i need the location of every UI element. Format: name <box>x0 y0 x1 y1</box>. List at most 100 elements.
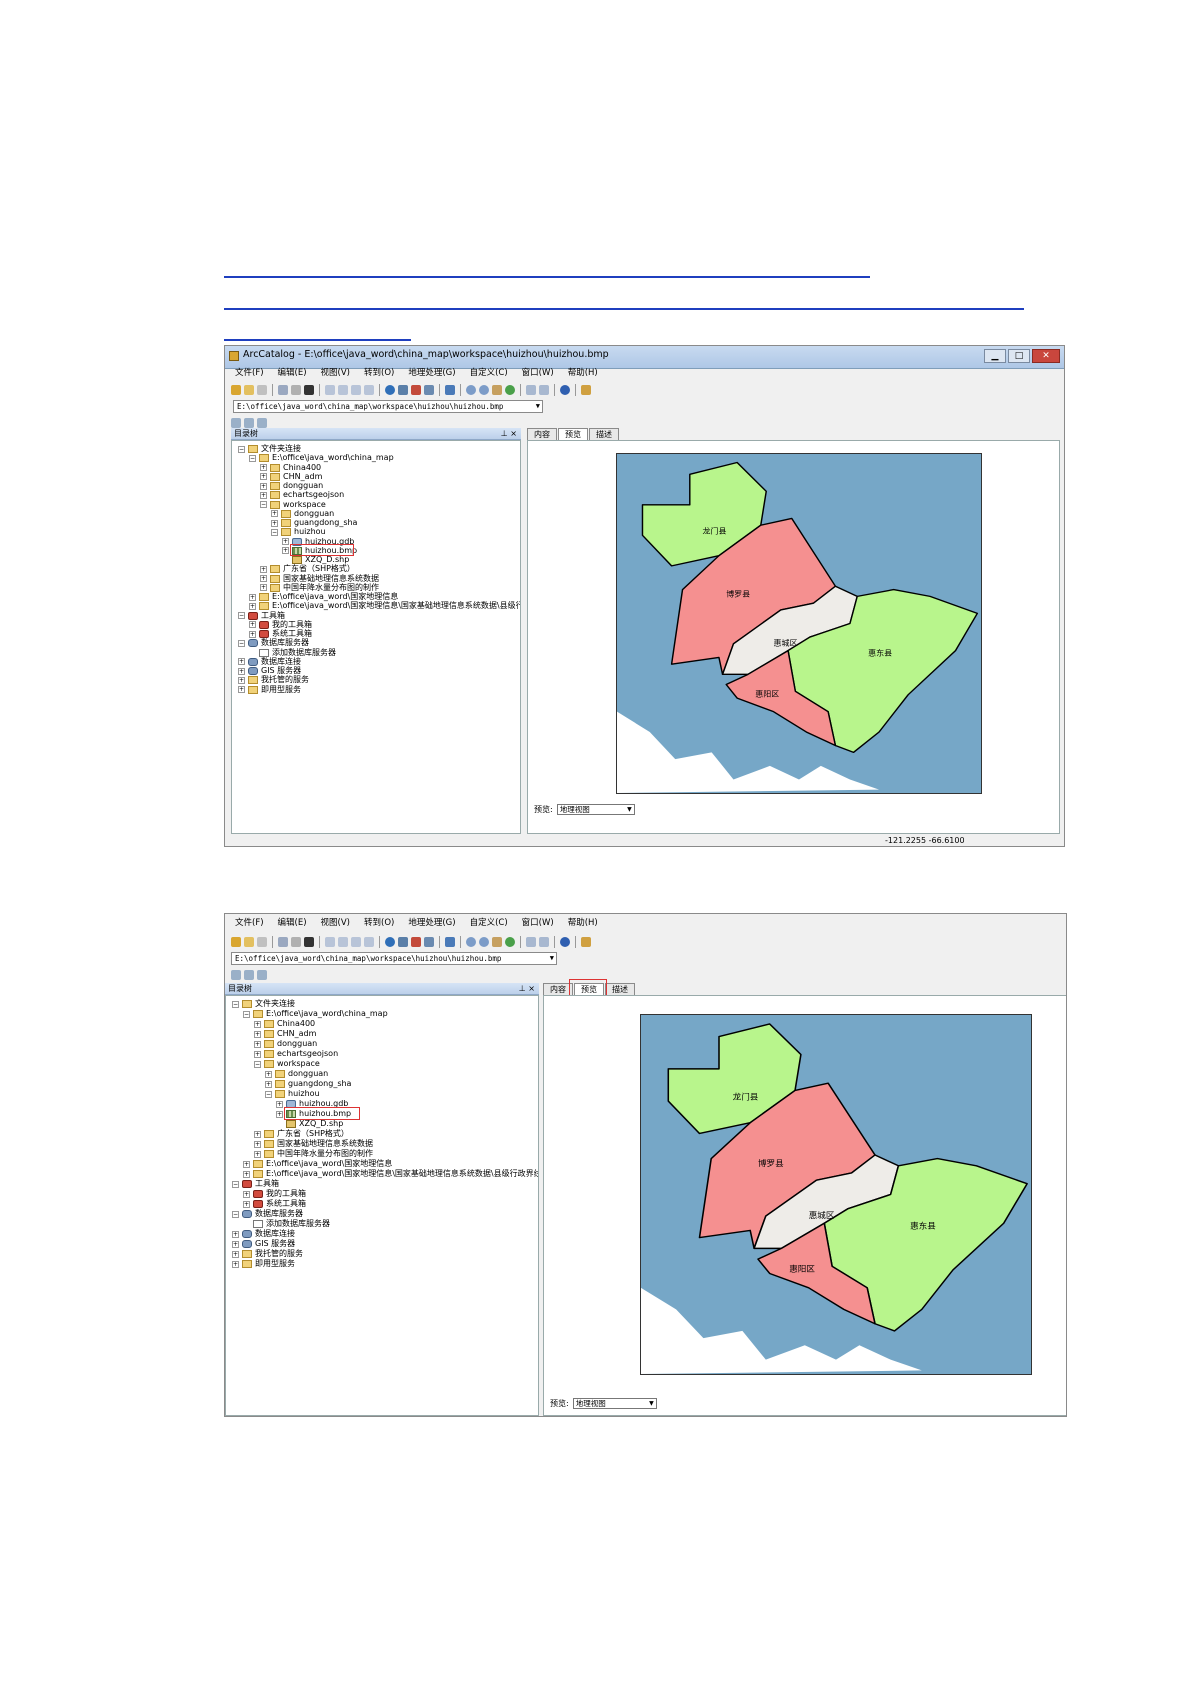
paste-icon[interactable] <box>291 937 301 947</box>
collapse-icon[interactable]: − <box>249 454 256 462</box>
tree-node[interactable]: − huizhou <box>265 1089 320 1099</box>
metadata-icon[interactable] <box>231 970 241 980</box>
pan-icon[interactable] <box>492 385 502 395</box>
tree-node[interactable]: − workspace <box>254 1059 320 1069</box>
collapse-icon[interactable]: − <box>238 639 245 647</box>
expand-icon[interactable]: + <box>243 1200 250 1208</box>
export-icon[interactable] <box>244 418 254 428</box>
search-icon[interactable] <box>445 385 455 395</box>
tree-node[interactable]: + CHN_adm <box>254 1029 316 1039</box>
map-preview-2[interactable]: 龙门县 博罗县 惠城区 惠东县 惠阳区 <box>640 1014 1032 1375</box>
import-icon[interactable] <box>257 970 267 980</box>
large-icons-icon[interactable] <box>325 937 335 947</box>
menu-edit-2[interactable]: 编辑(E) <box>278 916 307 931</box>
expand-icon[interactable]: + <box>265 1070 272 1078</box>
preview-type-select[interactable]: 地理视图 ▼ <box>572 1398 657 1409</box>
thumbnails-icon[interactable] <box>364 937 374 947</box>
tree-node[interactable]: + 中国年降水量分布图的制作 <box>254 1149 373 1159</box>
zoom-out-icon[interactable] <box>479 385 489 395</box>
expand-icon[interactable]: + <box>254 1040 261 1048</box>
expand-icon[interactable]: + <box>249 630 256 638</box>
menu-help[interactable]: 帮助(H) <box>568 366 598 381</box>
connect-folder-icon[interactable] <box>244 385 254 395</box>
paste-icon[interactable] <box>291 385 301 395</box>
expand-icon[interactable]: + <box>249 621 256 629</box>
zoom-out-icon[interactable] <box>479 937 489 947</box>
menu-customize[interactable]: 自定义(C) <box>470 366 508 381</box>
hyperlink-underline-1[interactable] <box>224 276 870 278</box>
tree-node[interactable]: − 数据库服务器 <box>232 1209 303 1219</box>
location-dropdown-icon[interactable]: ▼ <box>550 953 554 964</box>
expand-icon[interactable]: + <box>271 510 278 518</box>
menu-view[interactable]: 视图(V) <box>321 366 350 381</box>
disconnect-folder-icon[interactable] <box>257 385 267 395</box>
expand-icon[interactable]: + <box>243 1190 250 1198</box>
location-input[interactable]: E:\office\java_word\china_map\workspace\… <box>233 400 543 413</box>
up-one-level-icon[interactable] <box>231 385 241 395</box>
location-input-2[interactable]: E:\office\java_word\china_map\workspace\… <box>231 952 557 965</box>
expand-icon[interactable]: + <box>282 547 289 555</box>
forward-icon[interactable] <box>539 385 549 395</box>
menu-file-2[interactable]: 文件(F) <box>235 916 264 931</box>
expand-icon[interactable]: + <box>249 593 256 601</box>
menu-window-2[interactable]: 窗口(W) <box>522 916 554 931</box>
full-extent-icon[interactable] <box>505 937 515 947</box>
expand-icon[interactable]: + <box>243 1160 250 1168</box>
collapse-icon[interactable]: − <box>260 501 267 508</box>
expand-icon[interactable]: + <box>232 1240 239 1248</box>
expand-icon[interactable]: + <box>254 1130 261 1138</box>
expand-icon[interactable]: + <box>254 1050 261 1058</box>
disconnect-folder-icon[interactable] <box>257 937 267 947</box>
identify-icon[interactable] <box>560 937 570 947</box>
expand-icon[interactable]: + <box>249 602 256 610</box>
collapse-icon[interactable]: − <box>232 1000 239 1008</box>
expand-icon[interactable]: + <box>276 1110 283 1118</box>
tree-node[interactable]: + E:\office\java_word\国家地理信息\国家基础地理信息系统数据… <box>243 1169 538 1179</box>
tree-node[interactable]: + E:\office\java_word\国家地理信息\国家基础地理信息系统数据… <box>249 601 520 611</box>
tree-node[interactable]: + echartsgeojson <box>254 1049 338 1059</box>
map-preview[interactable]: 龙门县 博罗县 惠城区 惠东县 惠阳区 <box>616 453 982 794</box>
expand-icon[interactable]: + <box>232 1230 239 1238</box>
close-button[interactable]: ✕ <box>1032 349 1060 363</box>
catalog-tree-2[interactable]: − 文件夹连接 − E:\office\java_word\china_map + Chi… <box>225 995 539 1416</box>
copy-icon[interactable] <box>278 937 288 947</box>
tree-node[interactable]: + 国家基础地理信息系统数据 <box>254 1139 373 1149</box>
export-icon[interactable] <box>244 970 254 980</box>
launch-arcmap-icon[interactable] <box>385 937 395 947</box>
tree-node[interactable]: − E:\office\java_word\china_map <box>243 1009 388 1019</box>
menu-goto[interactable]: 转到(O) <box>364 366 394 381</box>
back-icon[interactable] <box>526 937 536 947</box>
expand-icon[interactable]: + <box>260 491 267 499</box>
tree-node[interactable]: + 即用型服务 <box>232 1259 295 1269</box>
expand-icon[interactable]: + <box>238 686 245 693</box>
menu-geoprocessing-2[interactable]: 地理处理(G) <box>408 916 455 931</box>
back-icon[interactable] <box>526 385 536 395</box>
hyperlink-underline-2[interactable] <box>224 308 1024 310</box>
expand-icon[interactable]: + <box>265 1080 272 1088</box>
collapse-icon[interactable]: − <box>254 1060 261 1068</box>
catalog-window-icon[interactable] <box>398 937 408 947</box>
location-dropdown-icon[interactable]: ▼ <box>536 401 540 412</box>
forward-icon[interactable] <box>539 937 549 947</box>
details-icon[interactable] <box>351 937 361 947</box>
expand-icon[interactable]: + <box>260 473 267 481</box>
tree-node[interactable]: − 工具箱 <box>232 1179 279 1189</box>
up-one-level-icon[interactable] <box>231 937 241 947</box>
tree-node[interactable]: + 系统工具箱 <box>243 1199 306 1209</box>
menu-window[interactable]: 窗口(W) <box>522 366 554 381</box>
identify-icon[interactable] <box>560 385 570 395</box>
tree-node[interactable]: + dongguan <box>265 1069 328 1079</box>
expand-icon[interactable]: + <box>282 538 289 545</box>
toolbox-icon[interactable] <box>411 385 421 395</box>
expand-icon[interactable]: + <box>254 1020 261 1028</box>
list-icon[interactable] <box>338 385 348 395</box>
delete-icon[interactable] <box>304 937 314 947</box>
details-icon[interactable] <box>351 385 361 395</box>
tree-node[interactable]: + China400 <box>254 1019 315 1029</box>
expand-icon[interactable]: + <box>243 1170 250 1178</box>
panel-pin-close-icons[interactable]: ⊥ × <box>519 983 535 995</box>
collapse-icon[interactable]: − <box>238 612 245 619</box>
collapse-icon[interactable]: − <box>271 528 278 536</box>
tree-node[interactable]: + E:\office\java_word\国家地理信息 <box>243 1159 392 1169</box>
tree-node[interactable]: XZQ_D.shp <box>276 1119 343 1129</box>
